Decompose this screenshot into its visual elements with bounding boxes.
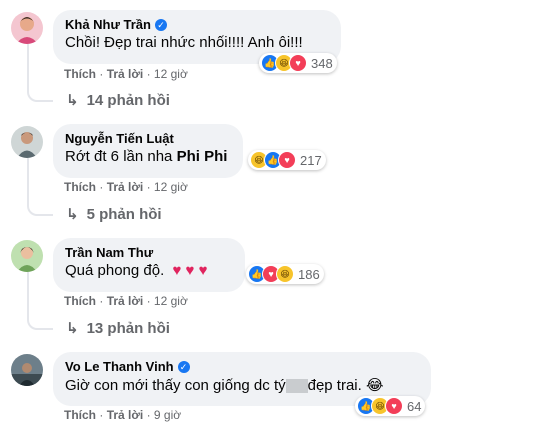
reaction-count: 186 bbox=[298, 266, 320, 282]
comment-text-body: Rớt đt 6 lần nha bbox=[65, 148, 173, 165]
reaction-summary[interactable]: 👍 😆 ♥ 64 bbox=[355, 396, 426, 416]
reply-arrow-icon: ↳ bbox=[66, 206, 79, 223]
thread-line bbox=[27, 158, 29, 204]
replies-count: 13 phản hồi bbox=[86, 319, 170, 337]
like-button[interactable]: Thích bbox=[64, 67, 96, 81]
comment-bubble: Trần Nam Thư Quá phong độ. ♥ ♥ ♥ bbox=[53, 238, 245, 292]
love-icon: ♥ bbox=[385, 397, 403, 415]
reply-arrow-icon: ↳ bbox=[66, 92, 79, 109]
comment-actions: Thích · Trả lời · 9 giờ bbox=[64, 408, 182, 422]
thread-line bbox=[27, 44, 29, 90]
commenter-name[interactable]: Nguyễn Tiến Luật bbox=[65, 131, 174, 146]
comment-text: Rớt đt 6 lần nha Phi Phi bbox=[65, 148, 231, 165]
thread-line bbox=[27, 272, 29, 318]
reaction-summary[interactable]: 😆 👍 ♥ 217 bbox=[248, 150, 326, 170]
blurred-region bbox=[285, 379, 308, 394]
like-button[interactable]: Thích bbox=[64, 180, 96, 194]
view-replies-button[interactable]: ↳ 13 phản hồi bbox=[66, 319, 170, 338]
comment-actions: Thích · Trả lời · 12 giờ bbox=[64, 180, 188, 194]
reaction-summary[interactable]: 👍 😆 ♥ 348 bbox=[259, 53, 337, 73]
reaction-summary[interactable]: 👍 ♥ 😆 186 bbox=[246, 264, 324, 284]
verified-badge-icon: ✓ bbox=[154, 18, 167, 31]
thread-connector bbox=[27, 88, 53, 102]
reaction-count: 348 bbox=[311, 55, 333, 71]
comment-text-end: đẹp trai. bbox=[307, 377, 362, 394]
replies-count: 14 phản hồi bbox=[86, 91, 170, 109]
timestamp[interactable]: 9 giờ bbox=[154, 408, 181, 422]
verified-badge-icon: ✓ bbox=[177, 360, 190, 373]
comment-text: Quá phong độ. ♥ ♥ ♥ bbox=[65, 262, 233, 279]
avatar[interactable] bbox=[11, 126, 43, 158]
comment-text: Giờ con mới thấy con giống dc tý đẹp trai… bbox=[65, 376, 419, 394]
reply-button[interactable]: Trả lời bbox=[107, 408, 144, 422]
mention-link[interactable]: Phi Phi bbox=[177, 148, 228, 165]
view-replies-button[interactable]: ↳ 5 phản hồi bbox=[66, 205, 162, 224]
commenter-name[interactable]: Khả Như Trần bbox=[65, 17, 151, 32]
view-replies-button[interactable]: ↳ 14 phản hồi bbox=[66, 91, 170, 110]
haha-icon: 😆 bbox=[276, 265, 294, 283]
like-button[interactable]: Thích bbox=[64, 294, 96, 308]
comment-actions: Thích · Trả lời · 12 giờ bbox=[64, 294, 188, 308]
timestamp[interactable]: 12 giờ bbox=[154, 180, 188, 194]
reply-button[interactable]: Trả lời bbox=[107, 180, 144, 194]
thread-connector bbox=[27, 202, 53, 216]
replies-count: 5 phản hồi bbox=[86, 205, 162, 223]
love-icon: ♥ bbox=[278, 151, 296, 169]
thread-connector bbox=[27, 316, 53, 330]
reply-button[interactable]: Trả lời bbox=[107, 294, 144, 308]
laughing-emoji-icon: 😂 bbox=[365, 377, 384, 394]
timestamp[interactable]: 12 giờ bbox=[154, 67, 188, 81]
comment-actions: Thích · Trả lời · 12 giờ bbox=[64, 67, 188, 81]
love-icon: ♥ bbox=[289, 54, 307, 72]
comment-text: Chồi! Đẹp trai nhức nhối!!!! Anh ôi!!! bbox=[65, 34, 303, 51]
comment-bubble: Nguyễn Tiến Luật Rớt đt 6 lần nha Phi Ph… bbox=[53, 124, 243, 178]
hearts-emoji: ♥ ♥ ♥ bbox=[172, 262, 208, 279]
reaction-count: 217 bbox=[300, 152, 322, 168]
commenter-name[interactable]: Vo Le Thanh Vinh bbox=[65, 359, 174, 374]
avatar[interactable] bbox=[11, 12, 43, 44]
avatar[interactable] bbox=[11, 354, 43, 386]
avatar[interactable] bbox=[11, 240, 43, 272]
commenter-name[interactable]: Trần Nam Thư bbox=[65, 245, 153, 260]
reply-arrow-icon: ↳ bbox=[66, 320, 79, 337]
timestamp[interactable]: 12 giờ bbox=[154, 294, 188, 308]
like-button[interactable]: Thích bbox=[64, 408, 96, 422]
comment-text-body: Quá phong độ. bbox=[65, 262, 165, 279]
comment-text-body: Giờ con mới thấy con giống dc tý bbox=[65, 377, 286, 394]
reaction-count: 64 bbox=[407, 398, 422, 414]
reply-button[interactable]: Trả lời bbox=[107, 67, 144, 81]
